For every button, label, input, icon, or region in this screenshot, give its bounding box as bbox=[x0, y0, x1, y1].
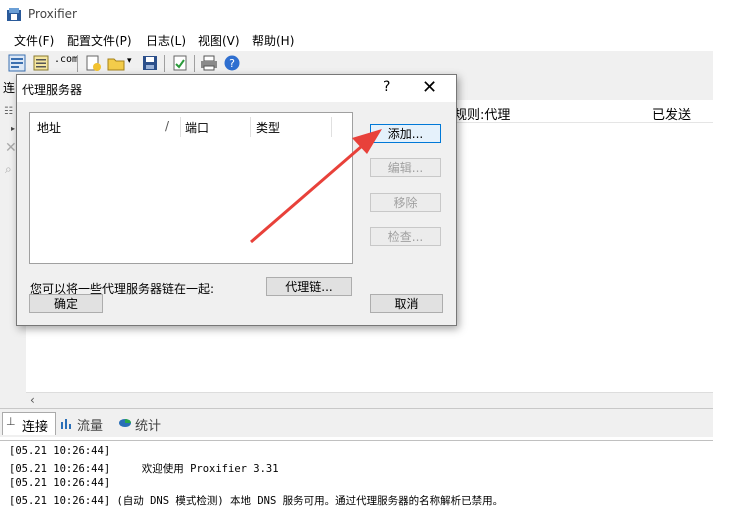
proxy-chains-button[interactable]: 代理链... bbox=[266, 277, 352, 296]
check-profile-icon[interactable] bbox=[171, 54, 189, 72]
tab-connections[interactable]: ⊥ 连接 bbox=[2, 412, 56, 435]
log-line: [05.21 10:26:44] bbox=[9, 445, 111, 457]
proxy-servers-icon[interactable] bbox=[32, 54, 50, 72]
log-line: [05.21 10:26:44] bbox=[9, 477, 111, 489]
chevron-right-icon: ▸ bbox=[11, 124, 16, 133]
cancel-button[interactable]: 取消 bbox=[370, 294, 443, 313]
connections-tab-icon: ⊥ bbox=[6, 415, 16, 428]
menu-view[interactable]: 视图(V) bbox=[198, 32, 240, 49]
menu-profile[interactable]: 配置文件(P) bbox=[67, 32, 132, 49]
pie-chart-icon bbox=[119, 419, 131, 427]
sort-indicator: / bbox=[165, 119, 170, 133]
column-divider[interactable] bbox=[250, 117, 251, 137]
column-divider[interactable] bbox=[180, 117, 181, 137]
menu-file[interactable]: 文件(F) bbox=[14, 32, 54, 49]
tab-traffic-label: 流量 bbox=[77, 419, 104, 434]
ok-button[interactable]: 确定 bbox=[29, 294, 103, 313]
dns-com-icon[interactable]: .com bbox=[54, 54, 78, 65]
new-profile-icon[interactable] bbox=[84, 54, 102, 72]
log-line: [05.21 10:26:44] (自动 DNS 模式检测) 本地 DNS 服务… bbox=[9, 495, 504, 507]
proxy-server-list[interactable]: 地址 / 端口 类型 bbox=[29, 112, 353, 264]
check-proxy-button[interactable]: 检查... bbox=[370, 227, 441, 246]
close-icon[interactable]: ✕ bbox=[5, 140, 17, 156]
chevron-down-icon[interactable]: ▾ bbox=[127, 56, 132, 66]
edit-proxy-button[interactable]: 编辑... bbox=[370, 158, 441, 177]
dialog-title: 代理服务器 bbox=[22, 83, 83, 97]
add-proxy-button[interactable]: 添加... bbox=[370, 124, 441, 143]
app-title: Proxifier bbox=[28, 7, 77, 21]
proxifier-app-icon bbox=[7, 8, 21, 21]
bar-chart-icon bbox=[61, 419, 71, 429]
tab-statistics-label: 统计 bbox=[135, 419, 162, 434]
toolbar-divider bbox=[77, 55, 78, 72]
dialog-help-button[interactable]: ? bbox=[383, 79, 390, 95]
menu-help[interactable]: 帮助(H) bbox=[252, 32, 294, 49]
toolbar-divider bbox=[194, 55, 195, 72]
scroll-left-icon[interactable]: ‹ bbox=[30, 393, 35, 407]
column-port[interactable]: 端口 bbox=[185, 119, 209, 136]
column-rule-proxy[interactable]: 规则:代理 bbox=[454, 104, 510, 123]
connections-icon[interactable] bbox=[8, 54, 26, 72]
menu-bar: 文件(F) 配置文件(P) 日志(L) 视图(V) 帮助(H) bbox=[0, 29, 713, 51]
tab-connections-label: 连接 bbox=[22, 420, 49, 435]
column-type[interactable]: 类型 bbox=[256, 119, 280, 136]
log-panel: [05.21 10:26:44] [05.21 10:26:44] 欢迎使用 P… bbox=[0, 440, 713, 518]
proxy-servers-dialog: 代理服务器 ? ✕ 地址 / 端口 类型 添加... 编辑... 移除 检查..… bbox=[16, 74, 457, 326]
bottom-tabs-bar bbox=[0, 408, 713, 437]
print-icon[interactable] bbox=[200, 54, 218, 72]
svg-text:?: ? bbox=[229, 57, 235, 70]
app-titlebar: Proxifier bbox=[0, 0, 713, 29]
horizontal-scrollbar[interactable] bbox=[26, 392, 713, 409]
dialog-close-button[interactable]: ✕ bbox=[422, 77, 437, 98]
column-address[interactable]: 地址 bbox=[37, 119, 61, 136]
dialog-titlebar: 代理服务器 ? ✕ bbox=[17, 75, 456, 102]
toolbar-divider bbox=[164, 55, 165, 72]
menu-log[interactable]: 日志(L) bbox=[146, 32, 186, 49]
search-icon[interactable]: ⌕ bbox=[5, 162, 12, 177]
save-icon[interactable] bbox=[141, 54, 159, 72]
column-sent[interactable]: 已发送 bbox=[652, 104, 691, 123]
help-icon[interactable]: ? bbox=[223, 54, 241, 72]
left-tab-label[interactable]: 连 bbox=[3, 79, 15, 96]
log-line: [05.21 10:26:44] 欢迎使用 Proxifier 3.31 bbox=[9, 463, 279, 475]
list-icon[interactable]: ☷ bbox=[4, 106, 13, 117]
column-divider[interactable] bbox=[331, 117, 332, 137]
remove-proxy-button[interactable]: 移除 bbox=[370, 193, 441, 212]
open-profile-icon[interactable] bbox=[107, 54, 125, 72]
